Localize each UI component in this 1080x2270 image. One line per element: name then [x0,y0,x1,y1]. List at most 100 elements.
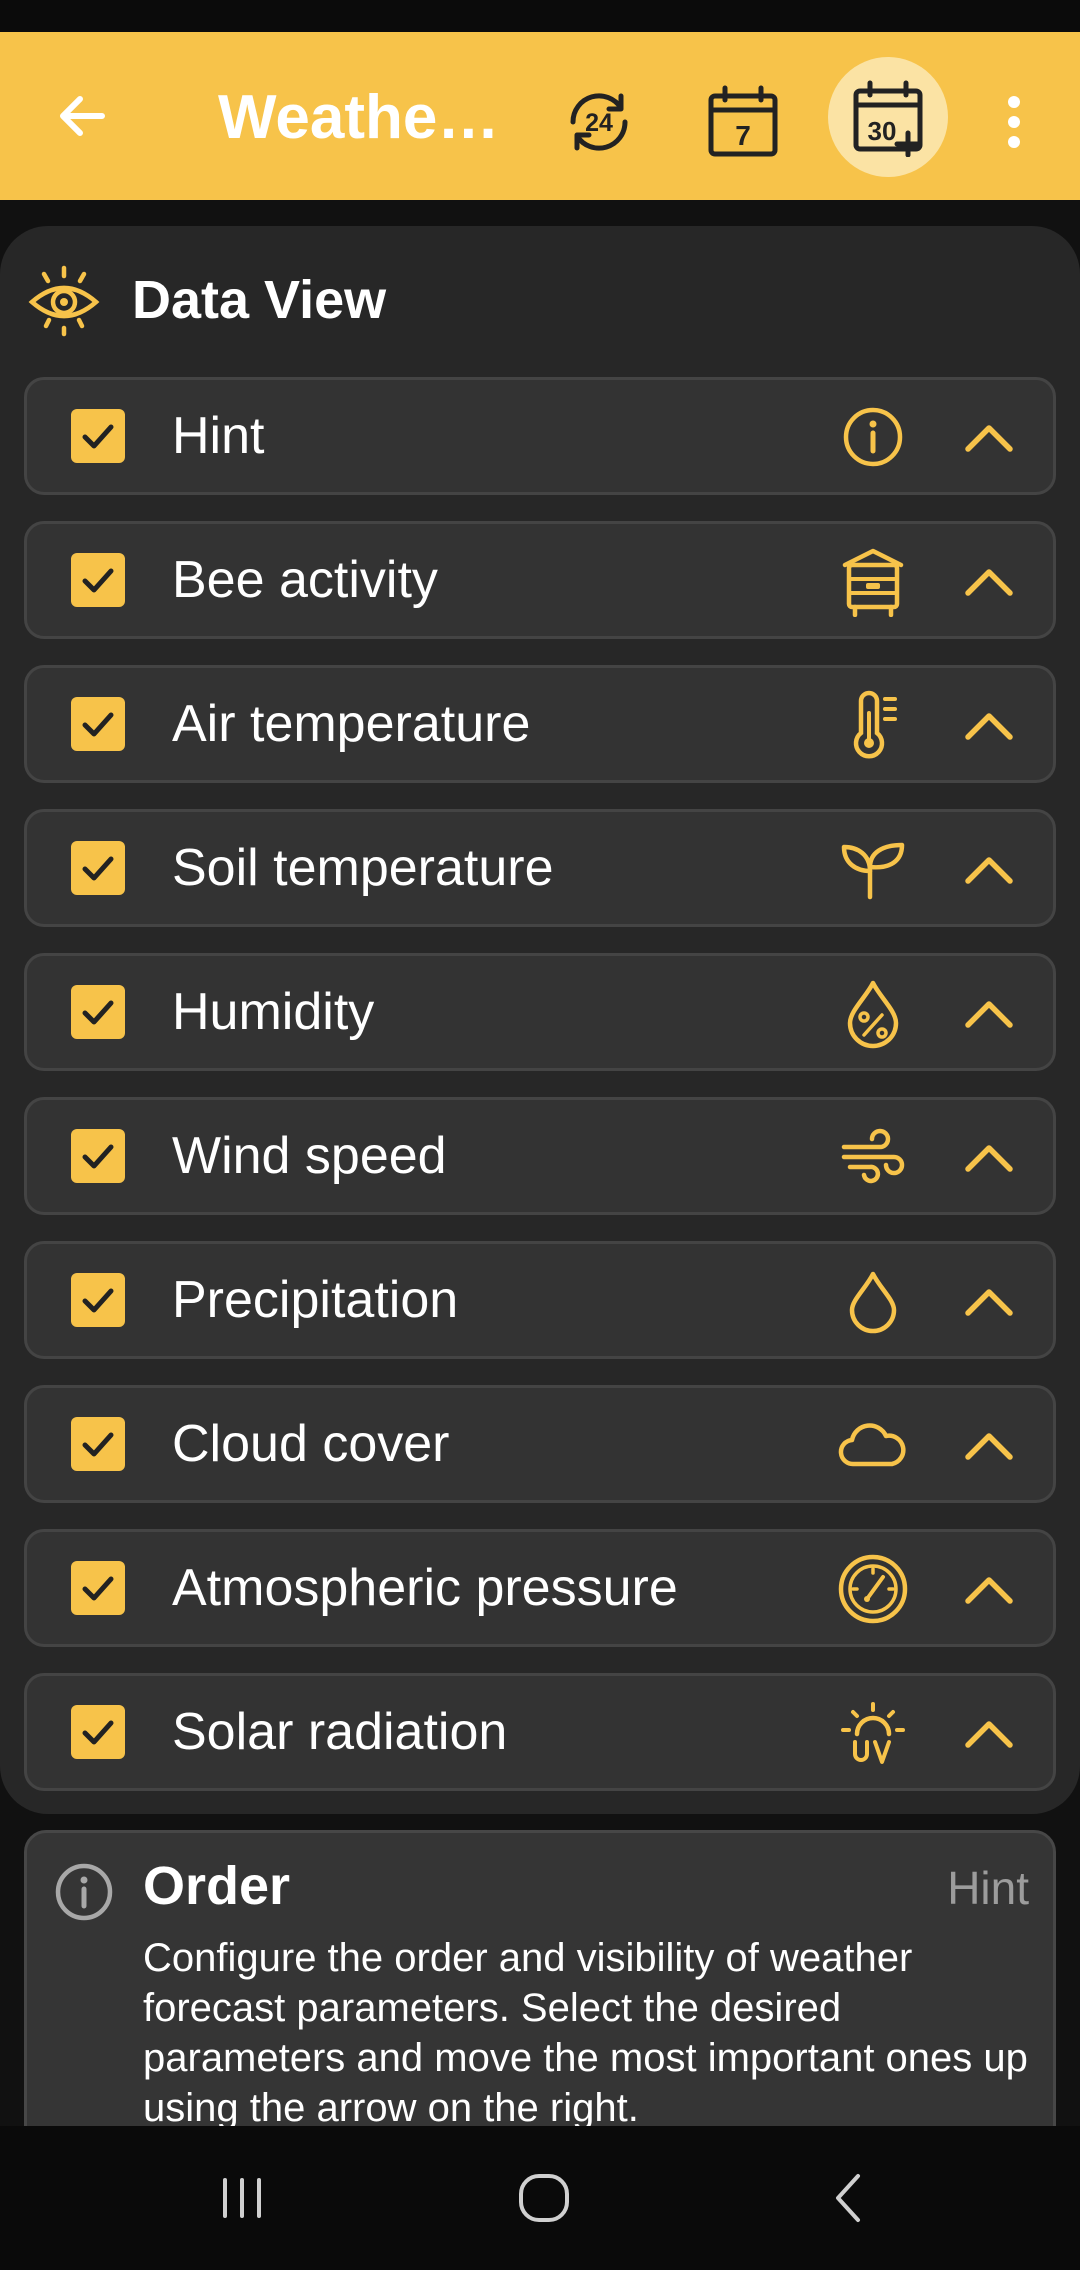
parameter-label: Air temperature [172,695,531,753]
check-icon [82,1288,114,1313]
check-icon [82,424,114,449]
data-view-panel: Data View Hint Bee activity Air temperat… [0,226,1080,1814]
chevron-up-icon [965,1721,1013,1748]
move-up-button[interactable] [957,837,1021,901]
calendar-30-plus-icon: 30 [853,80,923,157]
move-up-button[interactable] [957,693,1021,757]
btn-30-label: 30 [868,116,897,146]
uv-sun-icon [841,1702,905,1764]
soil-temperature-checkbox[interactable] [71,841,125,895]
check-icon [82,1720,114,1745]
chevron-up-icon [965,713,1013,740]
humidity-checkbox[interactable] [71,985,125,1039]
recent-apps-icon [223,2178,261,2218]
parameter-row-atmospheric-pressure: Atmospheric pressure [24,1529,1056,1647]
forecast-24h-button[interactable]: 24 [552,75,646,169]
system-nav-bar [0,2126,1080,2270]
check-icon [82,856,114,881]
move-up-button[interactable] [957,405,1021,469]
solar-radiation-checkbox[interactable] [71,1705,125,1759]
info-icon [843,407,903,467]
precipitation-checkbox[interactable] [71,1273,125,1327]
parameter-row-precipitation: Precipitation [24,1241,1056,1359]
air-temperature-checkbox[interactable] [71,697,125,751]
parameter-row-air-temperature: Air temperature [24,665,1056,783]
more-options-button[interactable] [980,75,1048,169]
panel-header: Data View [26,250,386,350]
refresh-24-icon: 24 [570,93,628,151]
parameter-row-solar-radiation: Solar radiation [24,1673,1056,1791]
chevron-up-icon [965,1001,1013,1028]
beehive-icon [842,548,904,617]
cloud-cover-checkbox[interactable] [71,1417,125,1471]
hint-tag: Hint [947,1862,1029,1914]
screen: Weathe… 24 7 30 Data View Hint Bee activ… [0,0,1080,2270]
calendar-7-icon: 7 [708,85,778,157]
parameter-row-bee-activity: Bee activity [24,521,1056,639]
recent-apps-button[interactable] [182,2156,302,2240]
check-icon [82,1432,114,1457]
back-button[interactable] [38,72,126,160]
system-back-button[interactable] [788,2156,908,2240]
parameter-label: Soil temperature [172,839,554,897]
parameter-row-soil-temperature: Soil temperature [24,809,1056,927]
parameter-label: Bee activity [172,551,438,609]
btn-7-label: 7 [735,120,751,151]
arrow-left-icon [60,96,105,136]
btn-24-label: 24 [585,109,613,137]
home-button[interactable] [484,2156,604,2240]
forecast-7d-button[interactable]: 7 [696,75,790,169]
move-up-button[interactable] [957,1269,1021,1333]
parameter-list: Hint Bee activity Air temperature Soil t… [24,377,1056,1817]
more-vert-icon [1008,96,1020,148]
thermometer-icon [853,690,897,759]
chevron-up-icon [965,1145,1013,1172]
parameter-label: Humidity [172,983,375,1041]
parameter-row-wind-speed: Wind speed [24,1097,1056,1215]
move-up-button[interactable] [957,1125,1021,1189]
parameter-label: Hint [172,407,265,465]
parameter-row-humidity: Humidity [24,953,1056,1071]
app-title: Weathe… [218,83,494,152]
bee-activity-checkbox[interactable] [71,553,125,607]
wind-speed-checkbox[interactable] [71,1129,125,1183]
check-icon [82,1576,114,1601]
parameter-label: Precipitation [172,1271,459,1329]
status-bar [0,0,1080,32]
panel-title: Data View [132,270,387,330]
move-up-button[interactable] [957,981,1021,1045]
check-icon [82,712,114,737]
check-icon [82,568,114,593]
chevron-up-icon [965,569,1013,596]
parameter-label: Cloud cover [172,1415,450,1473]
forecast-30d-button[interactable]: 30 [828,57,948,177]
app-bar: Weathe… 24 7 30 [0,32,1080,200]
move-up-button[interactable] [957,549,1021,613]
parameter-row-hint: Hint [24,377,1056,495]
atmospheric-pressure-checkbox[interactable] [71,1561,125,1615]
move-up-button[interactable] [957,1701,1021,1765]
drop-icon [849,1271,897,1334]
move-up-button[interactable] [957,1557,1021,1621]
chevron-up-icon [965,1577,1013,1604]
cloud-icon [838,1423,906,1467]
chevron-up-icon [965,425,1013,452]
chevron-up-icon [965,1433,1013,1460]
home-icon [519,2174,569,2222]
parameter-label: Solar radiation [172,1703,508,1761]
parameter-label: Wind speed [172,1127,447,1185]
hint-text: Configure the order and visibility of we… [143,1936,1028,2130]
eye-icon [28,265,100,337]
parameter-row-cloud-cover: Cloud cover [24,1385,1056,1503]
humidity-drop-icon [847,980,899,1049]
chevron-left-icon [836,2174,860,2222]
info-icon [55,1863,113,1921]
wind-icon [841,1128,905,1184]
chevron-up-icon [965,857,1013,884]
check-icon [82,1144,114,1169]
chevron-up-icon [965,1289,1013,1316]
parameter-label: Atmospheric pressure [172,1559,678,1617]
gauge-icon [838,1554,908,1624]
hint-checkbox[interactable] [71,409,125,463]
move-up-button[interactable] [957,1413,1021,1477]
